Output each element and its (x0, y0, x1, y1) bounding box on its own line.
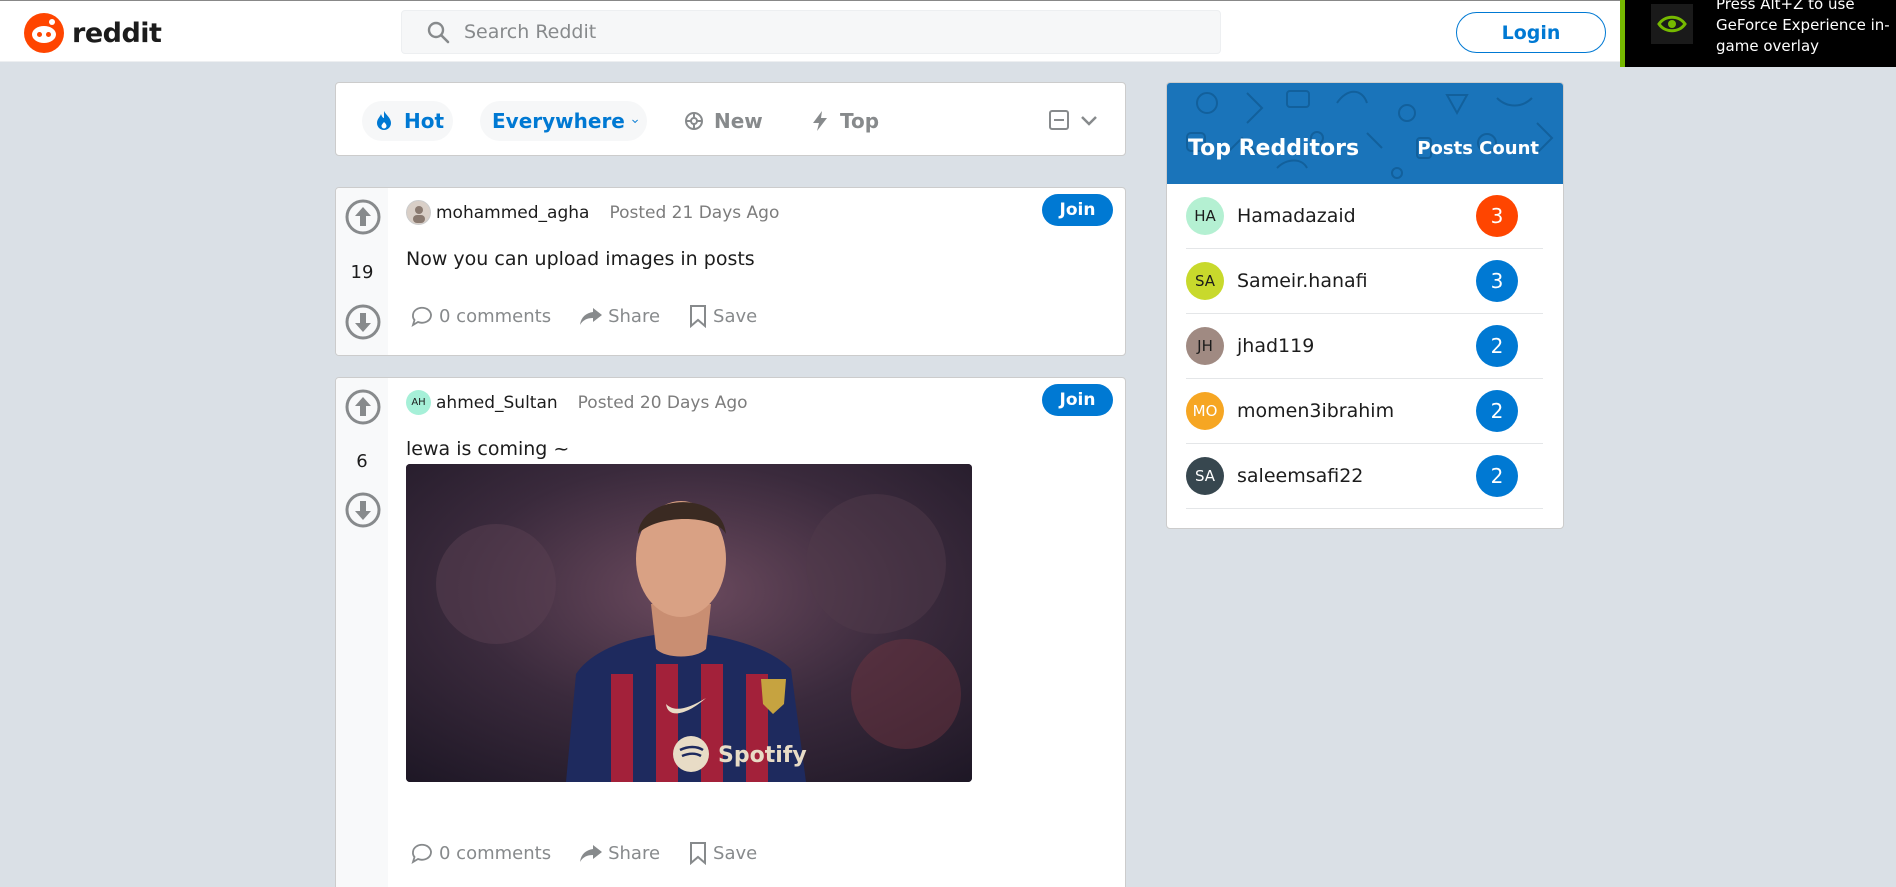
save-label: Save (713, 842, 758, 864)
logo-text: reddit (72, 17, 162, 49)
post-image[interactable]: Spotify (406, 464, 972, 782)
post-card[interactable]: 19 mohammed_agha Posted 21 Days Ago Join… (335, 187, 1126, 356)
redditor-row[interactable]: MO momen3ibrahim 2 (1186, 379, 1543, 444)
avatar[interactable]: AH (406, 390, 431, 415)
sort-hot-label: Hot (404, 109, 445, 133)
doodle-pattern-icon (1186, 90, 1554, 179)
bookmark-icon (690, 305, 707, 328)
vote-column: 19 (336, 188, 388, 355)
upvote-icon[interactable] (344, 198, 382, 236)
flame-icon (377, 111, 391, 130)
post-count-badge: 2 (1476, 390, 1518, 432)
post-username[interactable]: ahmed_Sultan (436, 393, 558, 413)
vote-column: 6 (336, 378, 388, 887)
redditor-name: Sameir.hanafi (1237, 270, 1368, 292)
widget-header: Top Redditors Posts Count (1167, 83, 1563, 184)
share-button[interactable]: Share (579, 305, 660, 327)
nvidia-icon (1651, 4, 1693, 44)
redditor-name: jhad119 (1237, 335, 1315, 357)
share-button[interactable]: Share (579, 842, 660, 864)
sponsor-text: Spotify (718, 743, 807, 768)
redditor-row[interactable]: HA Hamadazaid 3 (1186, 184, 1543, 249)
avatar: HA (1186, 197, 1224, 235)
sort-top-label: Top (840, 109, 880, 133)
sort-new-button[interactable]: New (682, 101, 772, 141)
post-count-badge: 2 (1476, 325, 1518, 367)
post-actions: 0 comments Share Save (410, 841, 785, 865)
redditor-name: saleemsafi22 (1237, 465, 1364, 487)
share-icon (580, 308, 603, 325)
avatar[interactable] (406, 200, 431, 225)
post-actions: 0 comments Share Save (410, 304, 785, 328)
post-card[interactable]: 6 AH ahmed_Sultan Posted 20 Days Ago Joi… (335, 377, 1126, 887)
avatar: SA (1186, 262, 1224, 300)
sort-everywhere-label: Everywhere (492, 109, 625, 133)
avatar: MO (1186, 392, 1224, 430)
vote-count: 19 (350, 262, 374, 283)
redditor-row[interactable]: JH jhad119 2 (1186, 314, 1543, 379)
lightning-icon (813, 111, 827, 131)
comments-button[interactable]: 0 comments (410, 842, 551, 864)
chevron-down-icon (632, 119, 638, 124)
post-timestamp: Posted 20 Days Ago (577, 392, 748, 413)
join-button[interactable]: Join (1042, 194, 1113, 226)
sort-everywhere-dropdown[interactable]: Everywhere (480, 101, 647, 141)
post-count-badge: 3 (1476, 195, 1518, 237)
save-button[interactable]: Save (688, 841, 757, 865)
avatar: SA (1186, 457, 1224, 495)
reddit-alien-icon (24, 13, 64, 53)
redditor-row[interactable]: SA Sameir.hanafi 3 (1186, 249, 1543, 314)
redditor-name: Hamadazaid (1237, 205, 1356, 227)
search-icon (427, 21, 450, 44)
comment-icon (411, 843, 432, 864)
geforce-overlay-notification: Press Alt+Z to use GeForce Experience in… (1620, 0, 1896, 67)
search-bar[interactable] (401, 10, 1221, 54)
new-burst-icon (685, 112, 703, 130)
save-label: Save (713, 305, 758, 327)
share-label: Share (608, 842, 661, 864)
post-count-badge: 3 (1476, 260, 1518, 302)
chevron-down-icon (1081, 116, 1097, 126)
sort-bar: Hot Everywhere New Top (335, 82, 1126, 156)
share-icon (580, 845, 603, 862)
vote-count: 6 (356, 451, 368, 472)
player-photo: Spotify (406, 464, 972, 782)
top-header: reddit Login (0, 0, 1896, 62)
widget-count-header: Posts Count (1417, 138, 1539, 159)
sort-top-button[interactable]: Top (808, 101, 888, 141)
reddit-logo[interactable]: reddit (24, 13, 162, 53)
share-label: Share (608, 305, 661, 327)
post-timestamp: Posted 21 Days Ago (609, 202, 780, 223)
post-count-badge: 2 (1476, 455, 1518, 497)
post-title[interactable]: Now you can upload images in posts (406, 248, 755, 270)
downvote-icon[interactable] (344, 491, 382, 529)
sort-new-label: New (714, 109, 763, 133)
avatar: JH (1186, 327, 1224, 365)
top-redditors-widget: Top Redditors Posts Count HA Hamadazaid … (1166, 82, 1564, 529)
bookmark-icon (690, 842, 707, 865)
widget-title: Top Redditors (1188, 136, 1360, 161)
redditor-row[interactable]: SA saleemsafi22 2 (1186, 444, 1543, 509)
save-button[interactable]: Save (688, 304, 757, 328)
redditor-name: momen3ibrahim (1237, 400, 1395, 422)
post-meta: AH ahmed_Sultan Posted 20 Days Ago (406, 390, 748, 415)
card-view-icon (1049, 110, 1069, 130)
search-input[interactable] (464, 21, 1164, 43)
join-button[interactable]: Join (1042, 384, 1113, 416)
upvote-icon[interactable] (344, 388, 382, 426)
post-title[interactable]: lewa is coming ~ (406, 438, 569, 460)
post-meta: mohammed_agha Posted 21 Days Ago (406, 200, 779, 225)
sort-hot-button[interactable]: Hot (362, 101, 453, 141)
comments-label: 0 comments (439, 842, 552, 864)
comments-label: 0 comments (439, 305, 552, 327)
login-button[interactable]: Login (1456, 12, 1606, 53)
view-mode-dropdown[interactable] (1048, 109, 1100, 131)
comment-icon (411, 306, 432, 327)
comments-button[interactable]: 0 comments (410, 305, 551, 327)
overlay-text: Press Alt+Z to use GeForce Experience in… (1716, 0, 1890, 55)
post-username[interactable]: mohammed_agha (436, 203, 589, 223)
downvote-icon[interactable] (344, 303, 382, 341)
